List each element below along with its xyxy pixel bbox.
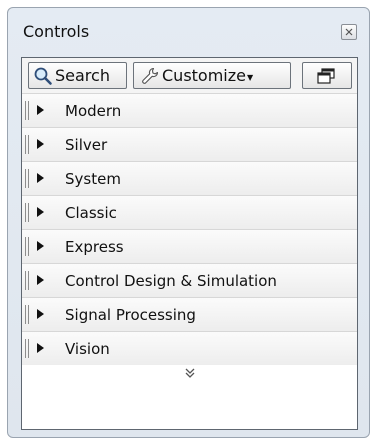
category-row-signal-processing[interactable]: Signal Processing bbox=[22, 297, 357, 331]
category-row-modern[interactable]: Modern bbox=[22, 93, 357, 127]
expand-arrow-icon[interactable] bbox=[37, 105, 44, 115]
drag-handle-icon[interactable] bbox=[25, 135, 30, 154]
customize-button-label: Customize bbox=[162, 66, 246, 85]
show-more-button[interactable] bbox=[22, 367, 357, 389]
window-icon bbox=[316, 67, 336, 85]
category-row-vision[interactable]: Vision bbox=[22, 331, 357, 365]
expand-arrow-icon[interactable] bbox=[37, 207, 44, 217]
title-bar[interactable]: Controls bbox=[8, 8, 369, 54]
customize-button[interactable]: Customize ▼ bbox=[133, 62, 291, 89]
drag-handle-icon[interactable] bbox=[25, 237, 30, 256]
category-row-system[interactable]: System bbox=[22, 161, 357, 195]
category-label: Vision bbox=[65, 340, 110, 358]
double-chevron-down-icon bbox=[185, 368, 194, 378]
expand-arrow-icon[interactable] bbox=[37, 173, 44, 183]
expand-arrow-icon[interactable] bbox=[37, 275, 44, 285]
category-list: Modern Silver System Classic Express Con… bbox=[22, 93, 357, 365]
search-button-label: Search bbox=[55, 66, 110, 85]
category-row-silver[interactable]: Silver bbox=[22, 127, 357, 161]
toolbar: Search Customize ▼ bbox=[22, 58, 357, 93]
dropdown-caret-icon: ▼ bbox=[246, 73, 254, 82]
drag-handle-icon[interactable] bbox=[25, 271, 30, 290]
close-button[interactable] bbox=[341, 24, 357, 40]
expand-arrow-icon[interactable] bbox=[37, 309, 44, 319]
palette-body: Search Customize ▼ Modern Silver System … bbox=[21, 57, 358, 430]
controls-palette: Controls Search Customize ▼ Modern Silve… bbox=[7, 7, 370, 438]
category-row-express[interactable]: Express bbox=[22, 229, 357, 263]
drag-handle-icon[interactable] bbox=[25, 339, 30, 358]
category-label: Classic bbox=[65, 204, 117, 222]
drag-handle-icon[interactable] bbox=[25, 101, 30, 120]
category-label: System bbox=[65, 170, 121, 188]
category-label: Control Design & Simulation bbox=[65, 272, 277, 290]
palette-title: Controls bbox=[23, 22, 90, 41]
category-row-classic[interactable]: Classic bbox=[22, 195, 357, 229]
search-button[interactable]: Search bbox=[28, 62, 127, 89]
drag-handle-icon[interactable] bbox=[25, 203, 30, 222]
close-icon bbox=[345, 28, 353, 36]
drag-handle-icon[interactable] bbox=[25, 169, 30, 188]
expand-arrow-icon[interactable] bbox=[37, 343, 44, 353]
expand-arrow-icon[interactable] bbox=[37, 139, 44, 149]
category-row-control-design-simulation[interactable]: Control Design & Simulation bbox=[22, 263, 357, 297]
expand-arrow-icon[interactable] bbox=[37, 241, 44, 251]
category-label: Silver bbox=[65, 136, 108, 154]
category-label: Express bbox=[65, 238, 124, 256]
category-label: Signal Processing bbox=[65, 306, 196, 324]
magnifier-icon bbox=[33, 66, 53, 86]
category-label: Modern bbox=[65, 102, 122, 120]
wrench-icon bbox=[140, 66, 160, 86]
drag-handle-icon[interactable] bbox=[25, 305, 30, 324]
window-options-button[interactable] bbox=[302, 62, 352, 89]
